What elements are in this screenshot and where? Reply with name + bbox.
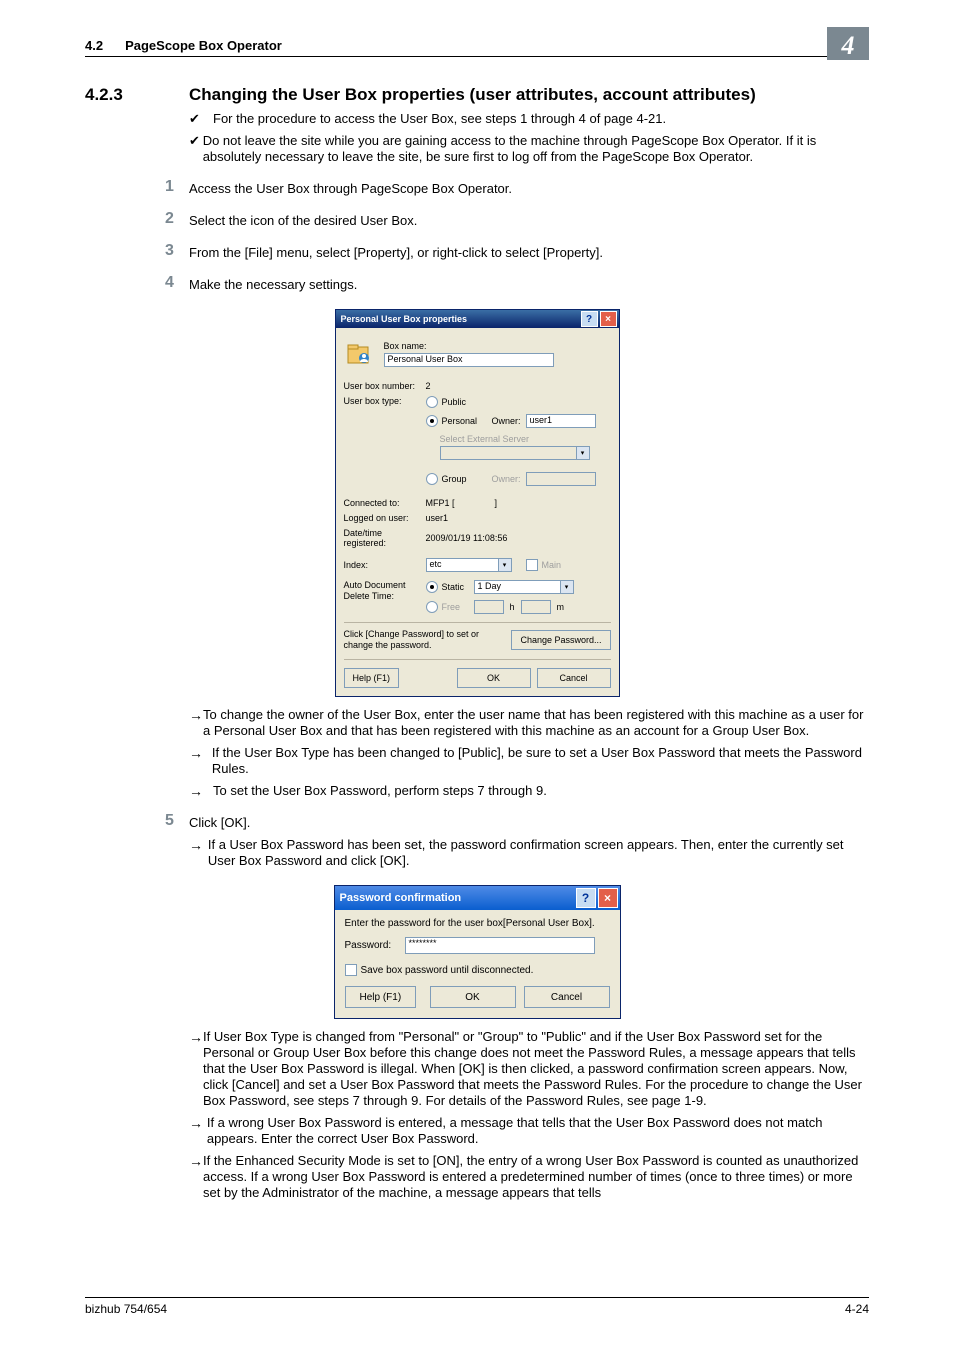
- step-text: Access the User Box through PageScope Bo…: [189, 179, 512, 197]
- owner-input[interactable]: user1: [526, 414, 596, 428]
- chevron-down-icon: ▾: [576, 447, 589, 459]
- static-label: Static: [442, 582, 474, 592]
- password-confirmation-dialog: Password confirmation ? × Enter the pass…: [334, 885, 621, 1019]
- public-radio[interactable]: [426, 396, 438, 408]
- chevron-down-icon[interactable]: ▾: [560, 581, 573, 593]
- save-password-label: Save box password until disconnected.: [361, 965, 534, 976]
- datetime-registered-value: 2009/01/19 11:08:56: [426, 533, 508, 543]
- note-text: If User Box Type is changed from "Person…: [203, 1029, 869, 1109]
- note-text: If the Enhanced Security Mode is set to …: [203, 1153, 869, 1201]
- free-hours-input: [474, 600, 504, 614]
- static-radio[interactable]: [426, 581, 438, 593]
- arrow-icon: →: [189, 1153, 203, 1201]
- footer-left: bizhub 754/654: [85, 1302, 167, 1316]
- checkmark-icon: ✔: [189, 111, 213, 127]
- cancel-button[interactable]: Cancel: [537, 668, 611, 688]
- note-text: To set the User Box Password, perform st…: [213, 783, 547, 799]
- footer-right: 4-24: [845, 1302, 869, 1316]
- static-time-select[interactable]: 1 Day: [474, 580, 574, 594]
- group-radio[interactable]: [426, 473, 438, 485]
- boxname-label: Box name:: [384, 341, 611, 351]
- step-number: 3: [165, 243, 189, 261]
- ok-button[interactable]: OK: [430, 986, 516, 1008]
- step-text: Click [OK].: [189, 813, 250, 831]
- logged-on-user-label: Logged on user:: [344, 513, 426, 523]
- arrow-icon: →: [189, 783, 213, 799]
- free-radio[interactable]: [426, 601, 438, 613]
- free-label: Free: [442, 602, 474, 612]
- cancel-button[interactable]: Cancel: [524, 986, 610, 1008]
- password-label: Password:: [345, 940, 405, 951]
- checkmark-icon: ✔: [189, 133, 203, 165]
- personal-label: Personal: [442, 416, 492, 426]
- boxname-input[interactable]: Personal User Box: [384, 353, 554, 367]
- personal-radio[interactable]: [426, 415, 438, 427]
- close-icon[interactable]: ×: [598, 888, 618, 908]
- dialog-title: Password confirmation: [340, 892, 462, 904]
- main-label: Main: [542, 560, 562, 570]
- datetime-registered-label: Date/time registered:: [344, 528, 426, 548]
- public-label: Public: [442, 397, 467, 407]
- index-label: Index:: [344, 560, 426, 570]
- ok-button[interactable]: OK: [457, 668, 531, 688]
- chapter-badge: 4: [827, 27, 869, 60]
- connected-to-label: Connected to:: [344, 498, 426, 508]
- step-text: Make the necessary settings.: [189, 275, 357, 293]
- user-box-properties-dialog: Personal User Box properties ? ×: [335, 309, 620, 697]
- help-icon[interactable]: ?: [581, 311, 598, 327]
- save-password-checkbox[interactable]: [345, 964, 357, 976]
- change-password-text: Click [Change Password] to set or change…: [344, 629, 494, 651]
- prereq-text: For the procedure to access the User Box…: [213, 111, 666, 127]
- close-icon[interactable]: ×: [600, 311, 617, 327]
- note-text: If a User Box Password has been set, the…: [208, 837, 869, 869]
- step-number: 1: [165, 179, 189, 197]
- note-text: If a wrong User Box Password is entered,…: [207, 1115, 869, 1147]
- select-external-server-label: Select External Server: [440, 434, 596, 444]
- connected-to-value: MFP1 [: [426, 498, 455, 508]
- userbox-type-label: User box type:: [344, 396, 426, 406]
- arrow-icon: →: [189, 1029, 203, 1109]
- userbox-number-value: 2: [426, 381, 431, 391]
- main-checkbox: [526, 559, 538, 571]
- owner2-label: Owner:: [492, 474, 526, 484]
- arrow-icon: →: [189, 707, 203, 739]
- logged-on-user-value: user1: [426, 513, 449, 523]
- group-owner-input: [526, 472, 596, 486]
- auto-delete-label: Auto Document Delete Time:: [344, 580, 426, 602]
- step-text: Select the icon of the desired User Box.: [189, 211, 417, 229]
- header-section-title: PageScope Box Operator: [125, 38, 282, 53]
- change-password-button[interactable]: Change Password...: [511, 630, 610, 650]
- step-text: From the [File] menu, select [Property],…: [189, 243, 603, 261]
- user-box-icon: [344, 339, 374, 369]
- minutes-label: m: [557, 602, 565, 612]
- note-text: If the User Box Type has been changed to…: [212, 745, 869, 777]
- help-button[interactable]: Help (F1): [345, 986, 417, 1008]
- subsection-title: Changing the User Box properties (user a…: [189, 85, 756, 105]
- prereq-text: Do not leave the site while you are gain…: [203, 133, 869, 165]
- help-icon[interactable]: ?: [576, 888, 596, 908]
- group-label: Group: [442, 474, 492, 484]
- external-server-select: [440, 446, 590, 460]
- dialog-message: Enter the password for the user box[Pers…: [345, 918, 610, 929]
- step-number: 2: [165, 211, 189, 229]
- subsection-number: 4.2.3: [85, 85, 189, 105]
- note-text: To change the owner of the User Box, ent…: [203, 707, 869, 739]
- hours-label: h: [510, 602, 515, 612]
- dialog-title: Personal User Box properties: [341, 314, 468, 324]
- userbox-number-label: User box number:: [344, 381, 426, 391]
- step-number: 4: [165, 275, 189, 293]
- arrow-icon: →: [189, 837, 208, 869]
- arrow-icon: →: [189, 745, 212, 777]
- password-input[interactable]: ********: [405, 937, 595, 954]
- free-minutes-input: [521, 600, 551, 614]
- header-section-number: 4.2: [85, 38, 103, 53]
- arrow-icon: →: [189, 1115, 207, 1147]
- help-button[interactable]: Help (F1): [344, 668, 400, 688]
- chevron-down-icon[interactable]: ▾: [498, 559, 511, 571]
- owner-label: Owner:: [492, 416, 526, 426]
- step-number: 5: [165, 813, 189, 831]
